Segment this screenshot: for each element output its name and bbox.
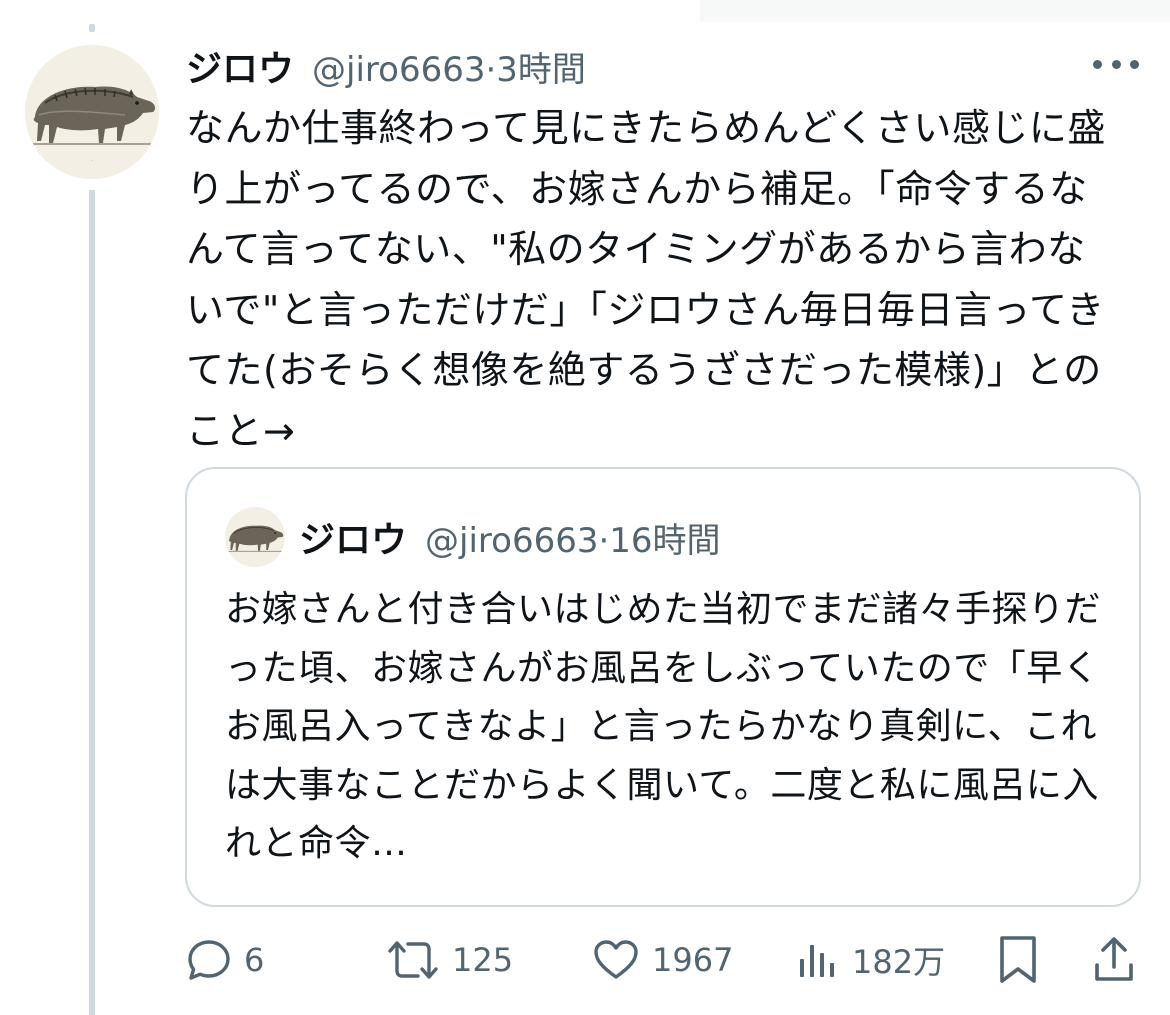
quoted-tweet-header: ジロウ @jiro6663·16時間: [299, 509, 721, 565]
tweet-header: ジロウ @jiro6663·3時間: [186, 38, 586, 94]
meta-separator: ·: [598, 520, 610, 561]
author-handle[interactable]: @jiro6663: [312, 50, 485, 90]
author-meta: @jiro6663·3時間: [312, 42, 586, 91]
reply-count: 6: [244, 941, 265, 979]
share-icon: [1095, 937, 1133, 981]
retweet-count: 125: [452, 941, 514, 979]
more-dot: [1093, 59, 1102, 69]
svg-text:·: ·: [91, 158, 93, 165]
bookmark-icon: [1000, 936, 1036, 983]
like-button[interactable]: 1967: [592, 930, 733, 990]
more-dot: [1111, 59, 1121, 69]
quoted-author-name: ジロウ: [299, 520, 408, 561]
boar-avatar-image: [225, 507, 285, 567]
heart-icon: [594, 940, 638, 979]
action-bar: 6 125 1967 182万: [186, 930, 1141, 990]
top-strip: [700, 0, 1170, 22]
share-button[interactable]: [1092, 930, 1136, 990]
like-count: 1967: [652, 941, 734, 979]
more-dot: [1130, 59, 1139, 69]
quoted-author-handle: @jiro6663: [425, 520, 599, 561]
quoted-tweet-time: 16時間: [609, 520, 721, 561]
reply-icon: [188, 940, 230, 980]
quoted-author-avatar: [225, 507, 285, 567]
views-chart-icon: [800, 945, 834, 977]
quoted-author-meta: @jiro6663·16時間: [425, 513, 721, 562]
reply-button[interactable]: 6: [186, 930, 264, 990]
views-count: 182万: [852, 943, 946, 981]
tweet-text: なんか仕事終わって見にきたらめんどくさい感じに盛り上がってるので、お嫁さんから補…: [186, 106, 1106, 453]
views-button[interactable]: 182万: [796, 930, 945, 990]
thread-line-top: [89, 24, 95, 32]
retweet-button[interactable]: 125: [386, 930, 513, 990]
tweet-time[interactable]: 3時間: [496, 50, 586, 90]
boar-avatar-image: ·: [25, 45, 159, 179]
author-avatar[interactable]: ·: [25, 45, 159, 179]
bookmark-button[interactable]: [996, 930, 1040, 990]
meta-separator: ·: [485, 49, 497, 90]
thread-connector-line: [89, 190, 95, 1015]
quoted-tweet-card[interactable]: ジロウ @jiro6663·16時間 お嫁さんと付き合いはじめた当初でまだ諸々手…: [185, 467, 1141, 907]
more-dots-icon[interactable]: [1093, 57, 1139, 71]
author-name[interactable]: ジロウ: [186, 40, 294, 92]
quoted-tweet-text: お嫁さんと付き合いはじめた当初でまだ諸々手探りだった頃、お嫁さんがお風呂をしぶっ…: [225, 589, 1102, 865]
retweet-icon: [388, 941, 438, 979]
